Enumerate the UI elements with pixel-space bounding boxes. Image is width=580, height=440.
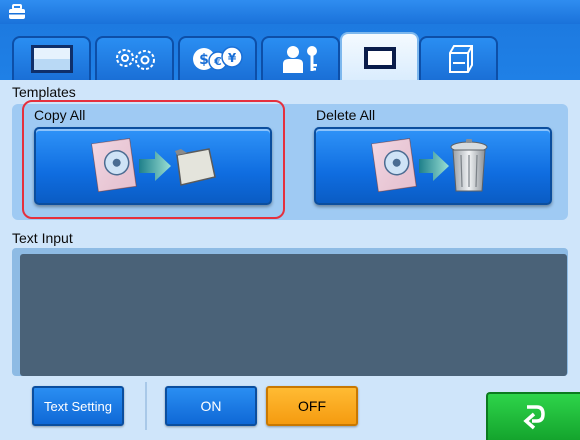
tab-display[interactable] xyxy=(12,36,91,80)
return-arrow-icon xyxy=(523,405,545,430)
toolbox-icon xyxy=(9,4,25,19)
text-setting-button[interactable]: Text Setting xyxy=(32,386,124,426)
tab-storage[interactable] xyxy=(419,36,498,80)
selection-highlight xyxy=(22,100,285,219)
delete-all-label: Delete All xyxy=(316,107,376,123)
screen-icon xyxy=(30,45,73,73)
gears-icon xyxy=(115,49,155,70)
svg-text:¥: ¥ xyxy=(227,51,236,65)
delete-all-button[interactable] xyxy=(314,127,552,205)
divider xyxy=(145,382,147,430)
return-button[interactable] xyxy=(486,392,580,440)
on-button[interactable]: ON xyxy=(165,386,257,426)
svg-text:$: $ xyxy=(199,52,209,68)
user-key-icon xyxy=(282,46,317,73)
delete-to-trash-icon xyxy=(371,138,488,193)
title-bar xyxy=(0,0,580,24)
svg-text:€: € xyxy=(213,55,222,68)
tab-frame[interactable] xyxy=(340,32,419,82)
off-button[interactable]: OFF xyxy=(266,386,358,426)
templates-label: Templates xyxy=(12,84,76,100)
currency-icon: $ € ¥ xyxy=(192,46,243,71)
text-input-label: Text Input xyxy=(12,230,73,246)
text-input-field[interactable] xyxy=(20,254,567,376)
storage-icon xyxy=(448,45,473,73)
tab-user-key[interactable] xyxy=(261,36,340,80)
tab-gears[interactable] xyxy=(95,36,174,80)
tab-currency[interactable]: $ € ¥ xyxy=(178,36,257,80)
frame-icon xyxy=(363,47,396,69)
tab-strip: $ € ¥ xyxy=(0,24,580,82)
